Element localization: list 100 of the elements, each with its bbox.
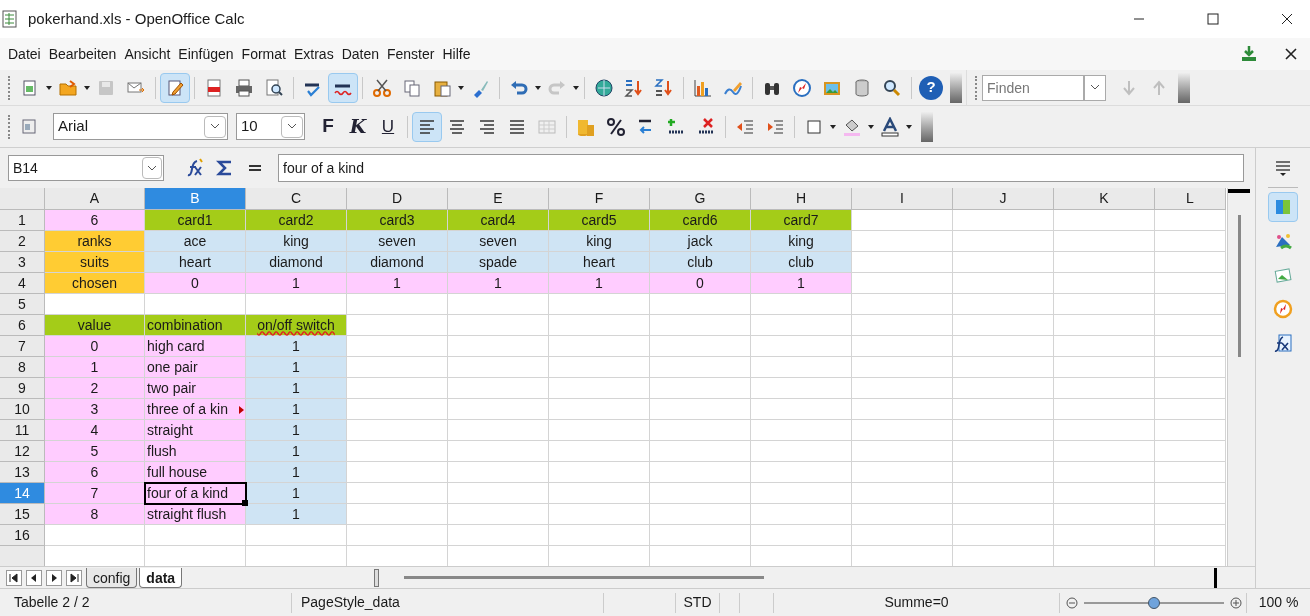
table-cell: card2 xyxy=(246,210,347,231)
row-header[interactable]: 1 xyxy=(0,210,45,231)
delete-decimal-icon xyxy=(696,116,716,137)
sheet-tab[interactable]: data xyxy=(139,567,183,588)
auto-spellcheck-button[interactable] xyxy=(328,72,358,103)
table-cell: diamond xyxy=(347,252,448,273)
table-cell: straight flush xyxy=(145,504,246,525)
formula-input[interactable]: four of a kind xyxy=(278,154,1244,182)
font-size-field[interactable]: 10 xyxy=(236,113,305,140)
table-cell: four of a kind xyxy=(145,483,246,504)
name-box[interactable]: B14 xyxy=(8,155,164,181)
menu-item[interactable]: Bearbeiten xyxy=(44,43,121,65)
vertical-scrollbar[interactable] xyxy=(1227,188,1255,566)
caret-icon[interactable] xyxy=(534,83,542,92)
navigator-icon xyxy=(1273,299,1293,319)
column-header[interactable]: D xyxy=(347,188,448,210)
sheet-first-button[interactable] xyxy=(6,569,22,586)
table-cell: king xyxy=(549,231,650,252)
zoom-in-icon[interactable] xyxy=(1230,596,1242,609)
row-header[interactable]: 14 xyxy=(0,483,45,504)
sheet-prev-button[interactable] xyxy=(26,569,42,586)
column-header[interactable]: G xyxy=(650,188,751,210)
table-cell: 7 xyxy=(45,483,145,504)
gallery-icon xyxy=(1273,231,1293,251)
row-header[interactable]: 5 xyxy=(0,294,45,315)
row-header[interactable]: 10 xyxy=(0,399,45,420)
column-header[interactable]: J xyxy=(953,188,1054,210)
column-header[interactable]: L xyxy=(1155,188,1226,210)
row-header[interactable]: 11 xyxy=(0,420,45,441)
table-cell: 1 xyxy=(448,273,549,294)
column-header[interactable]: K xyxy=(1054,188,1155,210)
table-cell: 8 xyxy=(45,504,145,525)
caret-icon[interactable] xyxy=(829,122,837,131)
row-header[interactable]: 12 xyxy=(0,441,45,462)
row-header[interactable]: 16 xyxy=(0,525,45,546)
underline-button[interactable]: U xyxy=(373,111,403,142)
table-cell: card3 xyxy=(347,210,448,231)
menu-item[interactable]: Daten xyxy=(337,43,383,65)
row-header[interactable]: 9 xyxy=(0,378,45,399)
bold-button[interactable]: F xyxy=(313,111,343,142)
caret-icon[interactable] xyxy=(83,83,91,92)
table-cell: 1 xyxy=(246,273,347,294)
column-header[interactable]: A xyxy=(45,188,145,210)
menu-item[interactable]: Extras xyxy=(289,43,338,65)
column-header[interactable]: I xyxy=(852,188,953,210)
column-header[interactable]: C xyxy=(246,188,347,210)
cubes-button[interactable] xyxy=(1268,192,1298,222)
row-header[interactable]: 8 xyxy=(0,357,45,378)
table-cell: 1 xyxy=(246,420,347,441)
row-header[interactable]: 3 xyxy=(0,252,45,273)
sheet-last-button[interactable] xyxy=(66,569,82,586)
sheet-next-button[interactable] xyxy=(46,569,62,586)
vertical-scrollbar-thumb[interactable] xyxy=(1238,215,1241,357)
toolbar-overflow-handle[interactable] xyxy=(1178,72,1190,103)
empty-cell xyxy=(1155,210,1226,231)
pencil-document-icon xyxy=(165,77,185,98)
menu-item[interactable]: Datei xyxy=(4,43,45,65)
toolbar-overflow-handle[interactable] xyxy=(921,111,933,142)
caret-icon[interactable] xyxy=(905,122,913,131)
empty-cell xyxy=(1155,399,1226,420)
sum-display: Summe=0 xyxy=(884,593,949,612)
sort-ascending-icon xyxy=(624,77,644,98)
italic-button[interactable]: K xyxy=(343,111,373,142)
pencil-document-button[interactable] xyxy=(160,72,190,103)
caret-icon[interactable] xyxy=(867,122,875,131)
menu-item[interactable]: Fenster xyxy=(383,43,439,65)
column-header[interactable]: F xyxy=(549,188,650,210)
help-button[interactable]: ? xyxy=(919,75,943,100)
tab-splitter[interactable] xyxy=(374,568,380,587)
chevron-down-icon[interactable] xyxy=(287,123,297,130)
sort-descending-icon xyxy=(654,77,674,98)
row-header[interactable]: 13 xyxy=(0,462,45,483)
row-header[interactable]: 7 xyxy=(0,336,45,357)
zoom-out-icon[interactable] xyxy=(1066,596,1078,609)
sheet-tab[interactable]: config xyxy=(86,567,138,588)
font-name-field[interactable]: Arial xyxy=(53,113,228,140)
align-left-button[interactable] xyxy=(412,111,442,142)
column-header[interactable]: E xyxy=(448,188,549,210)
zoom-slider[interactable] xyxy=(1084,596,1224,609)
row-header[interactable]: 4 xyxy=(0,273,45,294)
table-cell: chosen xyxy=(45,273,145,294)
menu-item[interactable]: Einfügen xyxy=(174,43,238,65)
caret-icon[interactable] xyxy=(457,83,465,92)
menu-item[interactable]: Hilfe xyxy=(438,43,475,65)
chevron-down-icon[interactable] xyxy=(147,164,157,172)
row-header[interactable]: 2 xyxy=(0,231,45,252)
fill-handle[interactable] xyxy=(242,500,248,506)
chevron-down-icon[interactable] xyxy=(210,123,220,130)
column-header[interactable]: H xyxy=(751,188,852,210)
menu-item[interactable]: Format xyxy=(237,43,290,65)
toolbar-overflow-handle[interactable] xyxy=(950,72,962,103)
column-header[interactable]: B xyxy=(145,188,246,210)
row-header[interactable]: 6 xyxy=(0,315,45,336)
caret-icon[interactable] xyxy=(572,83,580,92)
caret-icon[interactable] xyxy=(45,83,53,92)
find-field[interactable]: Finden xyxy=(982,74,1084,101)
menu-item[interactable]: Ansicht xyxy=(120,43,175,65)
row-header[interactable]: 15 xyxy=(0,504,45,525)
empty-cell xyxy=(1155,357,1226,378)
table-cell: card4 xyxy=(448,210,549,231)
